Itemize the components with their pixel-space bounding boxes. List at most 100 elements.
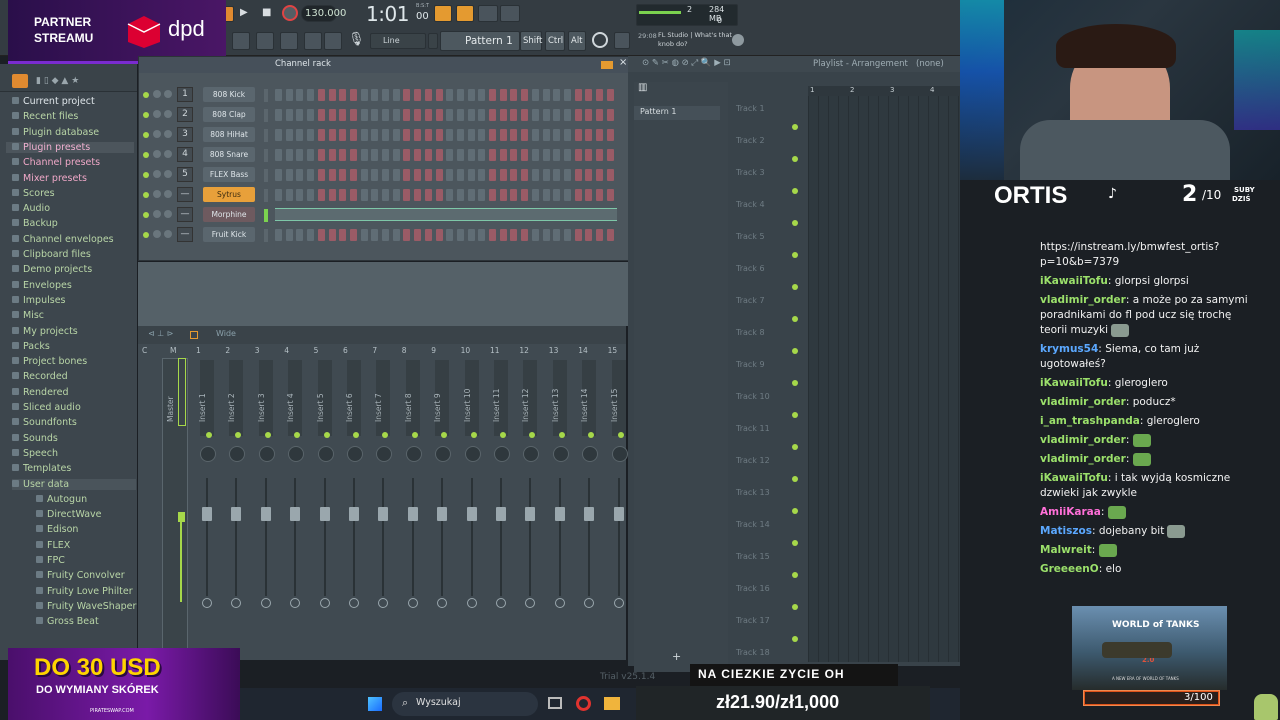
channel-rack-button[interactable] — [304, 32, 322, 50]
chat-username[interactable]: AmiiKaraa — [1040, 506, 1101, 518]
plugin-preset-folder[interactable]: Fruity Convolver — [36, 570, 125, 581]
insert-route-icon[interactable] — [290, 598, 301, 608]
explorer-icon[interactable] — [604, 697, 620, 710]
step-button[interactable] — [371, 149, 379, 161]
step-button[interactable] — [392, 229, 400, 241]
step-button[interactable] — [489, 129, 496, 141]
insert-pan-knob-icon[interactable] — [523, 446, 540, 462]
insert-fader-icon[interactable] — [525, 507, 536, 521]
track-led-icon[interactable] — [792, 412, 798, 418]
piano-roll-button[interactable] — [280, 32, 298, 50]
track-led-icon[interactable] — [792, 508, 798, 514]
step-button[interactable] — [467, 169, 475, 181]
insert-route-icon[interactable] — [466, 598, 477, 608]
plugin-preset-folder[interactable]: Autogun — [36, 494, 87, 505]
step-button[interactable] — [574, 229, 582, 241]
metronome-button[interactable] — [434, 5, 452, 22]
step-button[interactable] — [275, 109, 282, 121]
channel-route-number[interactable]: 2 — [177, 107, 193, 122]
step-button[interactable] — [349, 229, 357, 241]
channel-route-number[interactable]: 3 — [177, 127, 193, 142]
snap-select[interactable]: Line — [370, 33, 426, 49]
channel-name-button[interactable]: 808 Snare — [203, 147, 255, 162]
browser-item[interactable]: Misc — [12, 310, 44, 321]
step-button[interactable] — [275, 229, 282, 241]
step-button[interactable] — [489, 89, 496, 101]
step-button[interactable] — [296, 129, 304, 141]
step-button[interactable] — [328, 89, 336, 101]
step-button[interactable] — [435, 169, 443, 181]
taskbar-search[interactable]: ⌕ Wyszukaj — [392, 692, 538, 716]
step-button[interactable] — [521, 89, 529, 101]
step-button[interactable] — [339, 89, 347, 101]
track-label[interactable]: Track 14 — [736, 520, 770, 529]
volume-knob-icon[interactable] — [164, 170, 172, 178]
step-button[interactable] — [414, 189, 422, 201]
browser-item[interactable]: Channel presets — [12, 157, 100, 168]
pan-knob-icon[interactable] — [153, 190, 161, 198]
plugin-preset-folder[interactable]: Fruity WaveShaper — [36, 601, 136, 612]
step-button[interactable] — [328, 169, 336, 181]
mixer-view-button[interactable] — [256, 32, 274, 50]
browser-item[interactable]: Soundfonts — [12, 417, 77, 428]
insert-fader-icon[interactable] — [584, 507, 595, 521]
track-led-icon[interactable] — [792, 380, 798, 386]
step-button[interactable] — [456, 129, 464, 141]
step-button[interactable] — [531, 149, 539, 161]
insert-fader-icon[interactable] — [349, 507, 359, 521]
step-button[interactable] — [553, 189, 561, 201]
step-button[interactable] — [360, 229, 368, 241]
track-label[interactable]: Track 10 — [736, 392, 770, 401]
browser-item[interactable]: Packs — [12, 341, 50, 352]
step-button[interactable] — [403, 129, 411, 141]
step-button[interactable] — [403, 229, 411, 241]
step-button[interactable] — [403, 149, 411, 161]
step-button[interactable] — [585, 189, 593, 201]
insert-enable-icon[interactable] — [588, 432, 595, 438]
step-button[interactable] — [563, 189, 571, 201]
insert-fader-icon[interactable] — [496, 507, 506, 521]
insert-pan-knob-icon[interactable] — [229, 446, 246, 462]
insert-enable-icon[interactable] — [235, 432, 242, 438]
plugin-preset-folder[interactable]: Fruity Love Philter — [36, 586, 133, 597]
step-button[interactable] — [339, 229, 347, 241]
channel-led-icon[interactable] — [143, 112, 149, 118]
step-button[interactable] — [563, 129, 571, 141]
step-button[interactable] — [585, 109, 593, 121]
step-button[interactable] — [531, 229, 539, 241]
channel-led-icon[interactable] — [143, 232, 149, 238]
step-button[interactable] — [563, 229, 571, 241]
insert-fader-icon[interactable] — [231, 507, 242, 521]
step-button[interactable] — [456, 189, 464, 201]
track-label[interactable]: Track 17 — [736, 616, 770, 625]
insert-route-icon[interactable] — [319, 598, 330, 608]
step-button[interactable] — [296, 149, 304, 161]
step-button[interactable] — [307, 89, 315, 101]
channel-route-number[interactable]: — — [177, 227, 193, 242]
step-button[interactable] — [328, 189, 336, 201]
insert-fader-icon[interactable] — [554, 507, 565, 521]
channel-name-button[interactable]: 808 Kick — [203, 87, 255, 102]
insert-fader-icon[interactable] — [319, 507, 330, 521]
channel-name-button[interactable]: Fruit Kick — [203, 227, 255, 242]
browser-item[interactable]: Clipboard files — [12, 249, 91, 260]
step-button[interactable] — [531, 189, 539, 201]
step-button[interactable] — [456, 149, 464, 161]
graph-editor-icon[interactable] — [601, 61, 613, 69]
step-button[interactable] — [349, 169, 357, 181]
channel-select-led[interactable] — [264, 229, 268, 242]
browser-item[interactable]: My projects — [12, 326, 78, 337]
browser-item[interactable]: Recorded — [12, 371, 68, 382]
time-display[interactable]: 1:01 00 — [366, 2, 429, 26]
step-button[interactable] — [542, 149, 550, 161]
step-button[interactable] — [371, 169, 379, 181]
volume-knob-icon[interactable] — [164, 110, 172, 118]
track-label[interactable]: Track 7 — [736, 296, 765, 305]
step-button[interactable] — [606, 229, 614, 241]
volume-knob-icon[interactable] — [164, 190, 172, 198]
task-view-icon[interactable] — [548, 697, 562, 709]
insert-fader-icon[interactable] — [437, 507, 448, 521]
channel-select-led[interactable] — [264, 129, 268, 142]
step-button[interactable] — [574, 129, 582, 141]
channel-route-number[interactable]: — — [177, 207, 193, 222]
